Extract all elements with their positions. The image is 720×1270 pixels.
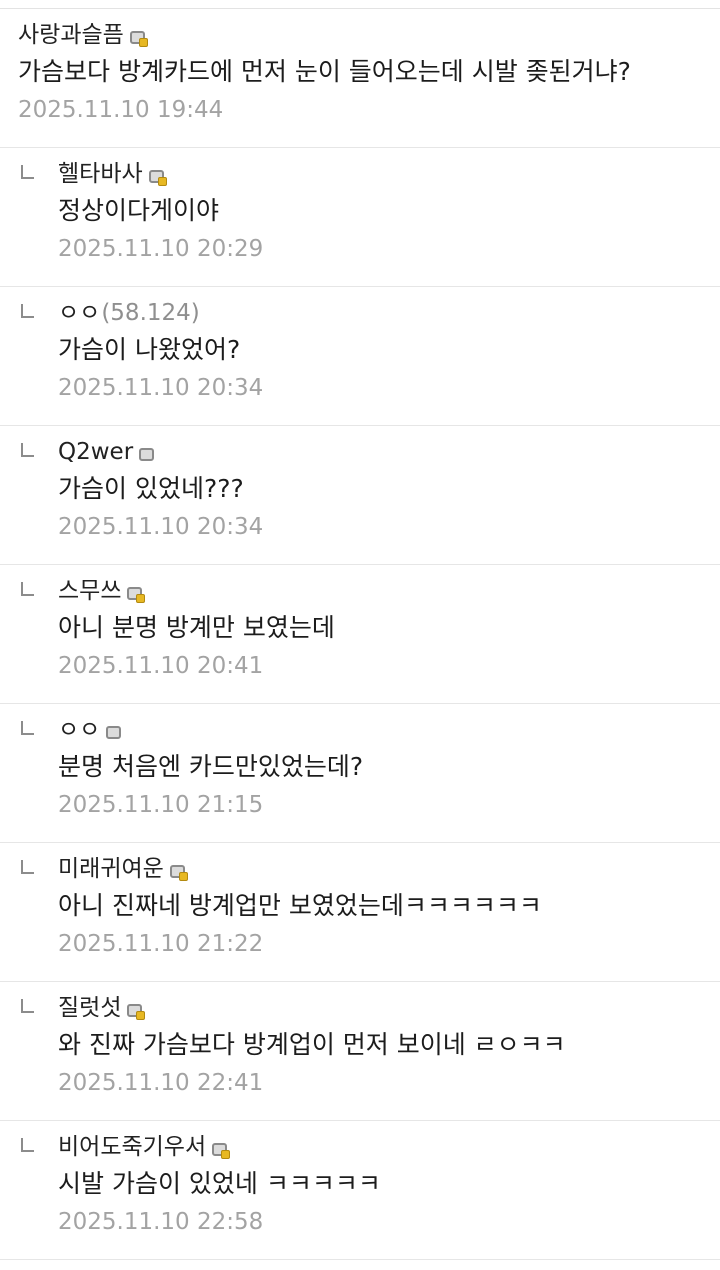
comment-date: 2025.11.10 19:44 — [18, 97, 224, 123]
nickname[interactable]: 사랑과슬픔 — [18, 21, 124, 49]
nickname[interactable]: ㅇㅇ — [58, 299, 100, 327]
reply-arrow-icon — [21, 582, 34, 596]
comment-text: 아니 분명 방계만 보였는데 — [58, 613, 335, 642]
comment-date: 2025.11.10 20:34 — [58, 375, 264, 401]
reply-arrow-icon — [21, 860, 34, 874]
nickname[interactable]: 비어도죽기우서 — [58, 1133, 206, 1161]
ip-address: (58.124) — [101, 300, 200, 326]
reply-item: 헬타바사 정상이다게이야 2025.11.10 20:29 — [0, 148, 720, 287]
reply-item: 스무쓰 아니 분명 방계만 보였는데 2025.11.10 20:41 — [0, 565, 720, 704]
member-badge-icon — [212, 1142, 231, 1159]
member-badge-icon — [139, 447, 155, 461]
reply-arrow-icon — [21, 443, 34, 457]
comment-header: Q2wer — [58, 426, 720, 466]
comment-text: 분명 처음엔 카드만있었는데? — [58, 752, 364, 781]
comment-date: 2025.11.10 20:41 — [58, 653, 264, 679]
comment-header: ㅇㅇ — [58, 704, 720, 744]
reply-arrow-icon — [21, 999, 34, 1013]
comment-text: 가슴이 나왔었어? — [58, 335, 241, 364]
member-badge-icon — [169, 864, 188, 881]
nickname[interactable]: 질럿섯 — [58, 994, 121, 1022]
comment-date: 2025.11.10 22:58 — [58, 1209, 264, 1235]
nickname[interactable]: Q2wer — [58, 438, 133, 466]
nickname[interactable]: 스무쓰 — [58, 577, 121, 605]
reply-arrow-icon — [21, 165, 34, 179]
top-divider — [0, 0, 720, 9]
member-badge-icon — [106, 725, 122, 739]
nickname[interactable]: 헬타바사 — [58, 160, 143, 188]
comment-text: 가슴보다 방계카드에 먼저 눈이 들어오는데 시발 좆된거냐? — [18, 57, 631, 86]
reply-item: 미래귀여운 아니 진짜네 방계업만 보였었는데ㅋㅋㅋㅋㅋㅋ 2025.11.10… — [0, 843, 720, 982]
reply-item: ㅇㅇ (58.124) 가슴이 나왔었어? 2025.11.10 20:34 — [0, 287, 720, 426]
comment-date: 2025.11.10 21:15 — [58, 792, 264, 818]
comment-text: 아니 진짜네 방계업만 보였었는데ㅋㅋㅋㅋㅋㅋ — [58, 891, 542, 920]
comment-header: ㅇㅇ (58.124) — [58, 287, 720, 327]
comment-date: 2025.11.10 22:41 — [58, 1070, 264, 1096]
member-badge-icon — [148, 169, 167, 186]
comment-header: 사랑과슬픔 — [18, 9, 720, 49]
reply-item: ㅇㅇ 분명 처음엔 카드만있었는데? 2025.11.10 21:15 — [0, 704, 720, 843]
comment-header: 스무쓰 — [58, 565, 720, 605]
comment-text: 정상이다게이야 — [58, 196, 220, 225]
member-badge-icon — [129, 30, 148, 47]
comment-text: 시발 가슴이 있었네 ㅋㅋㅋㅋㅋ — [58, 1169, 381, 1198]
reply-item: 질럿섯 와 진짜 가슴보다 방계업이 먼저 보이네 ㄹㅇㅋㅋ 2025.11.1… — [0, 982, 720, 1121]
comment-date: 2025.11.10 20:29 — [58, 236, 264, 262]
comment-text: 와 진짜 가슴보다 방계업이 먼저 보이네 ㄹㅇㅋㅋ — [58, 1030, 566, 1059]
nickname[interactable]: 미래귀여운 — [58, 855, 164, 883]
reply-item: 비어도죽기우서 시발 가슴이 있었네 ㅋㅋㅋㅋㅋ 2025.11.10 22:5… — [0, 1121, 720, 1260]
reply-arrow-icon — [21, 721, 34, 735]
reply-arrow-icon — [21, 1138, 34, 1152]
comment-list: 사랑과슬픔 가슴보다 방계카드에 먼저 눈이 들어오는데 시발 좆된거냐? 20… — [0, 9, 720, 1260]
reply-arrow-icon — [21, 304, 34, 318]
comment-header: 헬타바사 — [58, 148, 720, 188]
comment-header: 비어도죽기우서 — [58, 1121, 720, 1161]
comment-header: 미래귀여운 — [58, 843, 720, 883]
member-badge-icon — [127, 586, 146, 603]
comment-item: 사랑과슬픔 가슴보다 방계카드에 먼저 눈이 들어오는데 시발 좆된거냐? 20… — [0, 9, 720, 148]
comment-text: 가슴이 있었네??? — [58, 474, 244, 503]
nickname[interactable]: ㅇㅇ — [58, 716, 100, 744]
comment-date: 2025.11.10 21:22 — [58, 931, 264, 957]
comment-header: 질럿섯 — [58, 982, 720, 1022]
comment-date: 2025.11.10 20:34 — [58, 514, 264, 540]
reply-item: Q2wer 가슴이 있었네??? 2025.11.10 20:34 — [0, 426, 720, 565]
member-badge-icon — [127, 1003, 146, 1020]
